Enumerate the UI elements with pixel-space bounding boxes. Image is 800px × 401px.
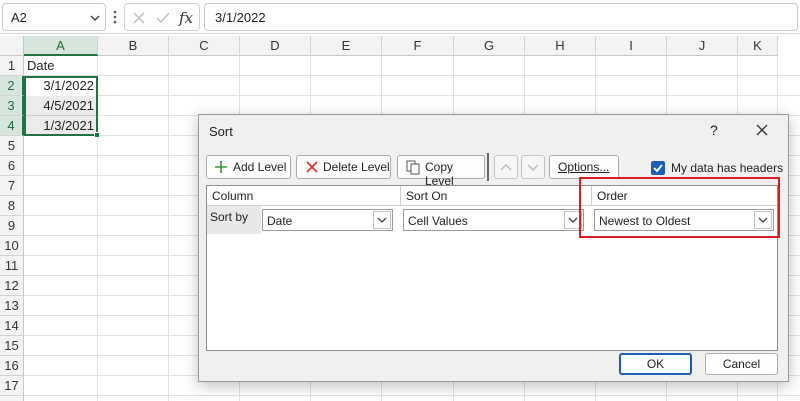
formula-input[interactable]: 3/1/2022 — [204, 3, 798, 31]
gridline — [24, 395, 800, 396]
formula-bar: A2 fx 3/1/2022 — [0, 0, 800, 34]
row-header-10[interactable]: 10 — [0, 236, 24, 256]
gridline — [24, 75, 800, 76]
formula-value: 3/1/2022 — [215, 10, 266, 25]
row-header-13[interactable]: 13 — [0, 296, 24, 316]
column-dropdown-button[interactable] — [373, 211, 391, 229]
cell-a4[interactable]: 1/3/2021 — [24, 116, 94, 136]
svg-text:fx: fx — [178, 9, 194, 27]
add-level-label: Add Level — [233, 160, 287, 174]
ok-button[interactable]: OK — [619, 353, 692, 375]
row-header-3[interactable]: 3 — [0, 96, 24, 116]
fill-handle[interactable] — [94, 132, 100, 138]
select-all-corner[interactable] — [0, 36, 24, 56]
row-header-12[interactable]: 12 — [0, 276, 24, 296]
column-header-a[interactable]: A — [24, 36, 98, 56]
copy-level-label: Copy Level — [425, 160, 454, 188]
column-header-d[interactable]: D — [240, 36, 311, 56]
sort-dialog: Sort ? Add Level Delete Level Copy Level… — [198, 114, 789, 382]
gridline — [168, 56, 169, 401]
chevron-down-icon[interactable] — [89, 12, 101, 24]
column-header-g[interactable]: G — [454, 36, 525, 56]
delete-level-button[interactable]: Delete Level — [296, 155, 391, 179]
cell-a1[interactable]: Date — [27, 56, 54, 76]
my-data-has-headers-label[interactable]: My data has headers — [671, 161, 783, 175]
chevron-down-icon — [377, 217, 387, 223]
toolbar-separator — [487, 153, 489, 181]
options-button[interactable]: Options... — [549, 155, 619, 179]
sort-on-select-value: Cell Values — [408, 214, 468, 228]
column-header: Column — [207, 186, 401, 206]
gridline — [24, 95, 800, 96]
chevron-up-icon — [500, 163, 512, 171]
confirm-entry-icon[interactable] — [155, 10, 171, 26]
chevron-down-icon — [568, 217, 578, 223]
plus-icon — [215, 161, 227, 173]
row-header-4[interactable]: 4 — [0, 116, 24, 136]
column-header-h[interactable]: H — [525, 36, 596, 56]
column-header-k[interactable]: K — [738, 36, 778, 56]
name-box[interactable]: A2 — [2, 3, 106, 31]
row-header-14[interactable]: 14 — [0, 316, 24, 336]
name-box-value: A2 — [11, 10, 27, 25]
cell-a2[interactable]: 3/1/2022 — [24, 76, 94, 96]
row-header-17[interactable]: 17 — [0, 376, 24, 396]
sort-by-label: Sort by — [207, 206, 261, 234]
row-header-5[interactable]: 5 — [0, 136, 24, 156]
insert-function-icon[interactable]: fx — [178, 8, 196, 28]
cell-a3[interactable]: 4/5/2021 — [24, 96, 94, 116]
help-button[interactable]: ? — [710, 122, 718, 138]
row-header-15[interactable]: 15 — [0, 336, 24, 356]
chevron-down-icon — [527, 164, 539, 172]
dialog-title: Sort — [209, 124, 233, 139]
row-header-8[interactable]: 8 — [0, 196, 24, 216]
column-select-value: Date — [267, 214, 293, 228]
column-header-i[interactable]: I — [596, 36, 667, 56]
row-header-18[interactable]: 18 — [0, 396, 24, 401]
cancel-button[interactable]: Cancel — [705, 353, 778, 375]
row-header-6[interactable]: 6 — [0, 156, 24, 176]
sort-on-header: Sort On — [401, 186, 592, 206]
row-header-11[interactable]: 11 — [0, 256, 24, 276]
column-select[interactable]: Date — [262, 209, 393, 231]
options-label: Options... — [558, 160, 610, 174]
delete-icon — [306, 161, 318, 173]
delete-level-label: Delete Level — [323, 160, 390, 174]
add-level-button[interactable]: Add Level — [206, 155, 291, 179]
move-up-button[interactable] — [494, 155, 518, 179]
copy-icon — [406, 160, 420, 175]
formula-actions: fx — [124, 3, 200, 31]
column-header-f[interactable]: F — [382, 36, 454, 56]
row-header-16[interactable]: 16 — [0, 356, 24, 376]
column-header-b[interactable]: B — [98, 36, 169, 56]
cancel-entry-icon[interactable] — [131, 10, 147, 26]
column-header-e[interactable]: E — [311, 36, 382, 56]
more-options-icon[interactable] — [112, 9, 118, 25]
close-icon[interactable] — [753, 121, 771, 139]
order-highlight-box — [579, 177, 780, 238]
row-header-2[interactable]: 2 — [0, 76, 24, 96]
my-data-has-headers-checkbox[interactable] — [651, 161, 665, 175]
checkmark-icon — [653, 164, 663, 173]
row-header-7[interactable]: 7 — [0, 176, 24, 196]
column-header-c[interactable]: C — [169, 36, 240, 56]
copy-level-button[interactable]: Copy Level — [397, 155, 485, 188]
row-header-9[interactable]: 9 — [0, 216, 24, 236]
column-header-j[interactable]: J — [667, 36, 738, 56]
sort-on-select[interactable]: Cell Values — [403, 209, 584, 231]
move-down-button[interactable] — [521, 155, 545, 179]
row-header-1[interactable]: 1 — [0, 56, 24, 76]
